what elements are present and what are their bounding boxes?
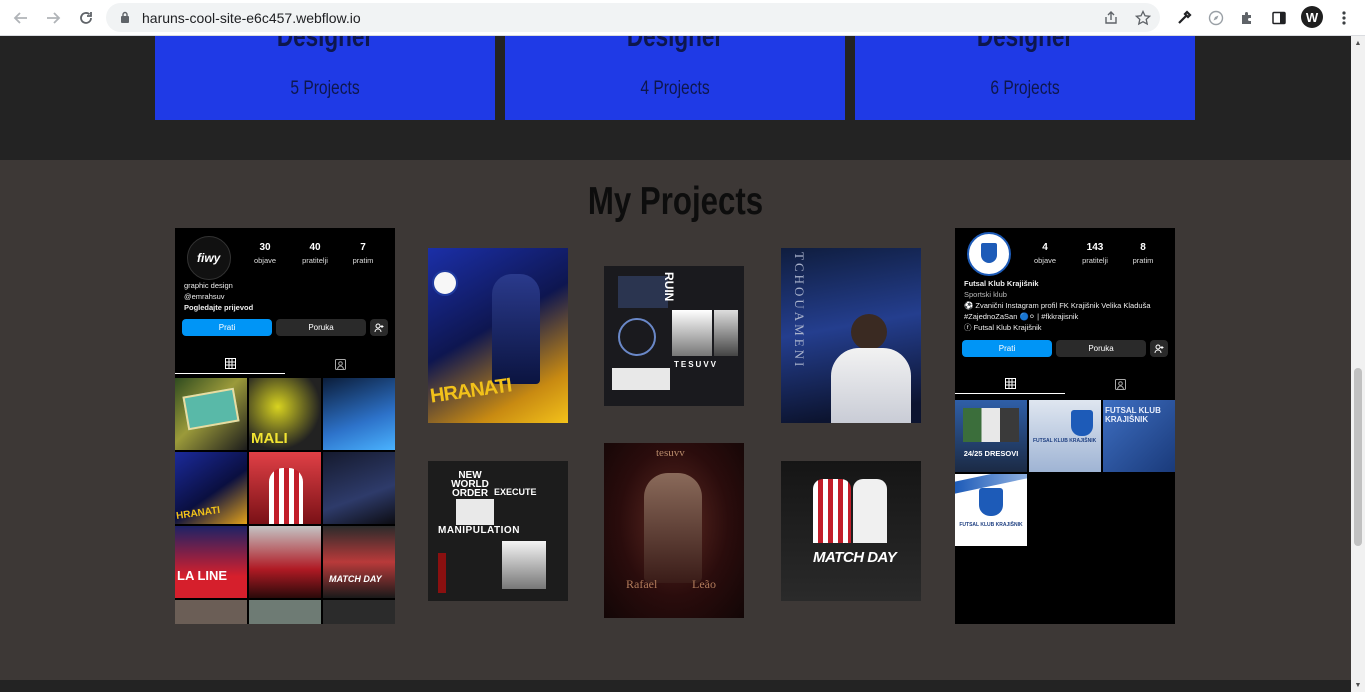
lock-icon — [121, 11, 129, 23]
post-thumbnail[interactable]: MATCH DAY — [323, 526, 395, 598]
stat-followers: 40 pratitelji — [302, 242, 328, 265]
profile-tabs — [175, 354, 395, 374]
stat-following: 7 pratim — [352, 242, 374, 265]
scroll-up-icon[interactable]: ▲ — [1351, 36, 1365, 50]
compass-extension-icon[interactable] — [1205, 7, 1227, 29]
follow-button[interactable]: Prati — [182, 319, 272, 336]
stat-posts: 30 objave — [253, 242, 277, 265]
reload-icon[interactable] — [75, 7, 97, 29]
profile-logo: fiwy — [187, 236, 231, 280]
message-button[interactable]: Poruka — [276, 319, 366, 336]
post-thumbnail[interactable] — [249, 452, 321, 524]
section-title: My Projects — [587, 180, 764, 223]
profile-avatar[interactable]: W — [1301, 6, 1323, 28]
stat-following: 8 pratim — [1132, 242, 1154, 265]
profile-bio: Futsal Klub Krajišnik Sportski klub ⚽ Zv… — [964, 279, 1151, 332]
project-poster-leao[interactable]: tesuvv Rafael Leão — [604, 443, 744, 618]
post-thumbnail[interactable]: LA LINE — [175, 526, 247, 598]
url-text: haruns-cool-site-e6c457.webflow.io — [142, 10, 361, 26]
post-thumbnail[interactable] — [175, 600, 247, 624]
role-card-title: Designer — [976, 36, 1074, 53]
post-thumbnail[interactable] — [249, 600, 321, 624]
grid-tab-icon[interactable] — [955, 374, 1065, 394]
crest-icon — [432, 270, 458, 296]
post-thumbnail[interactable]: FUTSAL KLUB KRAJIŠNIK — [1103, 400, 1175, 472]
project-poster-matchday[interactable]: MATCH DAY — [781, 461, 921, 601]
post-thumbnail[interactable] — [175, 378, 247, 450]
logo-text: fiwy — [197, 251, 221, 265]
footer-band — [0, 680, 1351, 692]
forward-icon[interactable] — [42, 7, 64, 29]
project-poster-tchouameni[interactable]: TCHOUAMENI — [781, 248, 921, 423]
role-card-count: 6 Projects — [990, 78, 1060, 99]
profile-tabs — [955, 374, 1175, 394]
bookmark-star-icon[interactable] — [1134, 9, 1152, 27]
page-viewport: Designer 5 Projects Designer 4 Projects … — [0, 36, 1351, 692]
scroll-down-icon[interactable]: ▼ — [1351, 678, 1365, 692]
stat-posts: 4 objave — [1033, 242, 1057, 265]
back-icon[interactable] — [10, 7, 32, 29]
post-thumbnail[interactable]: FUTSAL KLUB KRAJIŠNIK — [1029, 400, 1101, 472]
club-crest-icon — [967, 232, 1011, 276]
share-icon[interactable] — [1102, 9, 1120, 27]
role-card[interactable]: Designer 6 Projects — [855, 36, 1195, 120]
project-poster-manipulation[interactable]: NEW WORLD ORDER EXECUTE MANIPULATION — [428, 461, 568, 601]
extensions-puzzle-icon[interactable] — [1236, 7, 1258, 29]
add-person-icon[interactable] — [370, 319, 388, 336]
post-thumbnail[interactable]: MALI — [249, 378, 321, 450]
follow-button[interactable]: Prati — [962, 340, 1052, 357]
add-person-icon[interactable] — [1150, 340, 1168, 357]
role-card-count: 4 Projects — [640, 78, 710, 99]
grid-tab-icon[interactable] — [175, 354, 285, 374]
role-card[interactable]: Designer 4 Projects — [505, 36, 845, 120]
post-thumbnail[interactable] — [323, 378, 395, 450]
more-menu-icon[interactable] — [1333, 7, 1355, 29]
address-bar[interactable]: haruns-cool-site-e6c457.webflow.io — [106, 3, 1160, 32]
role-card-count: 5 Projects — [290, 78, 360, 99]
role-card-title: Designer — [276, 36, 374, 53]
role-card[interactable]: Designer 5 Projects — [155, 36, 495, 120]
scroll-thumb[interactable] — [1354, 368, 1362, 546]
eyedropper-icon[interactable] — [1173, 7, 1195, 29]
roles-section: Designer 5 Projects Designer 4 Projects … — [0, 36, 1351, 160]
post-thumbnail[interactable]: FUTSAL KLUB KRAJIŠNIK — [955, 474, 1027, 546]
tagged-tab-icon[interactable] — [285, 354, 395, 374]
profile-bio: graphic design @emrahsuv Pogledajte prij… — [184, 281, 254, 312]
page-scrollbar[interactable]: ▲ ▼ — [1351, 36, 1365, 692]
message-button[interactable]: Poruka — [1056, 340, 1146, 357]
post-thumbnail[interactable] — [249, 526, 321, 598]
instagram-profile-right[interactable]: 4 objave 143 pratitelji 8 pratim Futsal Klu… — [955, 228, 1175, 624]
browser-toolbar: haruns-cool-site-e6c457.webflow.io W — [0, 0, 1365, 36]
post-thumbnail[interactable]: HRANATI — [175, 452, 247, 524]
side-panel-icon[interactable] — [1268, 7, 1290, 29]
post-thumbnail[interactable] — [323, 452, 395, 524]
post-thumbnail[interactable] — [323, 600, 395, 624]
project-poster-hranati[interactable]: HRANATI — [428, 248, 568, 423]
stat-followers: 143 pratitelji — [1082, 242, 1108, 265]
role-card-title: Designer — [626, 36, 724, 53]
project-poster-ruin[interactable]: RUIN TESUVV — [604, 266, 744, 406]
tagged-tab-icon[interactable] — [1065, 374, 1175, 394]
projects-section: My Projects fiwy 30 objave 40 pratitelji 7… — [0, 160, 1351, 680]
instagram-profile-left[interactable]: fiwy 30 objave 40 pratitelji 7 pratim graph… — [175, 228, 395, 624]
post-thumbnail[interactable]: 24/25 DRESOVI — [955, 400, 1027, 472]
